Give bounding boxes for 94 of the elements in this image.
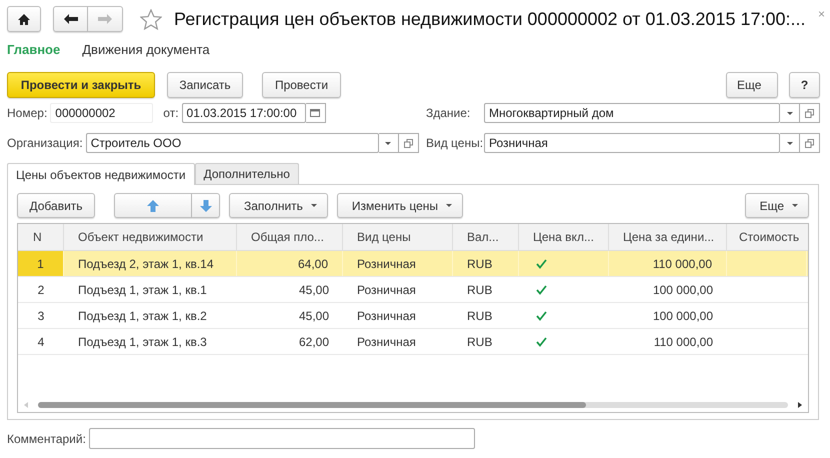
left-arrow-icon <box>64 14 78 24</box>
caret-icon <box>786 112 792 114</box>
table-cell: Подъезд 1, этаж 1, кв.3 <box>78 334 207 348</box>
scrollbar-track[interactable] <box>38 402 788 408</box>
open-icon <box>805 138 814 148</box>
caret-icon <box>786 142 792 144</box>
table-cell: Подъезд 2, этаж 1, кв.14 <box>78 256 214 270</box>
dropdown-button[interactable] <box>780 133 800 153</box>
command-button[interactable]: Записать <box>167 72 243 98</box>
open-button[interactable] <box>398 133 419 153</box>
table-cell: 110 000,00 <box>654 334 713 348</box>
move-down-button[interactable] <box>192 193 220 218</box>
field-label: от: <box>163 106 179 120</box>
field-label: Организация: <box>7 136 83 150</box>
caret-icon <box>792 204 798 207</box>
caret-icon <box>310 204 317 207</box>
more-button[interactable]: Еще <box>744 193 809 218</box>
down-arrow-icon <box>200 200 212 212</box>
section-link[interactable]: Движения документа <box>82 42 210 56</box>
table-cell: Розничная <box>357 282 416 296</box>
column-header[interactable]: Стоимость <box>727 224 807 250</box>
column-header[interactable]: Цена вкл... <box>519 224 609 250</box>
home-button[interactable] <box>7 6 41 32</box>
table-cell: 4 <box>38 334 44 348</box>
table-cell: 110 000,00 <box>652 256 712 270</box>
table-cell: 2 <box>38 282 44 296</box>
table-cell: RUB <box>467 334 492 348</box>
scrollbar-thumb[interactable] <box>38 402 586 408</box>
calendar-button[interactable] <box>306 103 326 123</box>
table-cell: RUB <box>467 282 492 296</box>
date-field[interactable]: 01.03.2015 17:00:00 <box>182 103 306 123</box>
column-header[interactable]: Вал... <box>453 224 519 250</box>
table-cell: 1 <box>37 256 44 270</box>
right-arrow-icon <box>98 14 112 24</box>
tab[interactable]: Цены объектов недвижимости <box>7 163 195 185</box>
tab[interactable]: Дополнительно <box>194 163 299 184</box>
table-cell: RUB <box>467 308 492 322</box>
table-cell: Розничная <box>357 334 416 348</box>
star-icon <box>140 8 162 30</box>
add-button[interactable]: Добавить <box>17 193 95 218</box>
field-label: Здание: <box>426 106 472 120</box>
price-type-field[interactable]: Розничная <box>484 133 780 153</box>
field-label: Вид цены: <box>426 136 481 150</box>
move-up-button[interactable] <box>114 193 192 218</box>
change-prices-button[interactable]: Изменить цены <box>336 193 464 218</box>
field-label: Номер: <box>7 106 48 120</box>
organization-field[interactable]: Строитель ООО <box>86 133 379 153</box>
number-field[interactable]: 000000002 <box>50 103 154 123</box>
table-cell: RUB <box>467 256 492 270</box>
table-cell: 45,00 <box>298 308 329 322</box>
table-cell: Подъезд 1, этаж 1, кв.2 <box>78 308 207 322</box>
table-cell: Розничная <box>357 308 416 322</box>
table-cell: 100 000,00 <box>652 282 713 296</box>
window-title: Регистрация цен объектов недвижимости 000000002 от 01.03.2015 17:00:... <box>174 8 807 30</box>
help-button[interactable]: ? <box>789 72 820 98</box>
open-button[interactable] <box>800 103 820 123</box>
dropdown-button[interactable] <box>378 133 399 153</box>
more-button[interactable]: Еще <box>726 72 778 98</box>
calendar-icon <box>310 109 320 117</box>
column-header[interactable]: Общая пло... <box>237 224 343 250</box>
column-header[interactable]: N <box>18 224 64 250</box>
table-cell: Розничная <box>357 256 416 270</box>
fill-button[interactable]: Заполнить <box>229 193 328 218</box>
scroll-right-icon <box>798 402 802 408</box>
caret-icon <box>385 142 392 144</box>
post-and-close-button[interactable]: Провести и закрыть <box>7 72 155 98</box>
column-header[interactable]: Вид цены <box>343 224 453 250</box>
column-header[interactable]: Объект недвижимости <box>64 224 237 250</box>
back-button[interactable] <box>53 6 88 32</box>
table-row[interactable]: 2 Подъезд 1, этаж 1, кв.1 45,00 Розничная RUB 100 000,00 <box>18 277 808 303</box>
table-cell: 3 <box>38 308 44 322</box>
home-icon <box>18 14 30 24</box>
building-field[interactable]: Многоквартирный дом <box>484 103 780 123</box>
column-header[interactable]: Цена за едини... <box>609 224 727 250</box>
open-icon <box>404 138 413 148</box>
comment-field[interactable] <box>88 428 475 449</box>
command-button[interactable]: Провести <box>262 72 341 98</box>
table-cell: 64,00 <box>298 256 328 270</box>
field-label: Комментарий: <box>7 432 86 446</box>
open-button[interactable] <box>800 133 820 153</box>
dropdown-button[interactable] <box>780 103 800 123</box>
up-arrow-icon <box>147 200 159 212</box>
move-buttons[interactable] <box>114 193 220 218</box>
table-row[interactable]: 4 Подъезд 1, этаж 1, кв.3 62,00 Розничная RUB 110 000,00 <box>18 329 808 355</box>
table-cell: 45,00 <box>298 282 329 296</box>
navigation-buttons[interactable] <box>53 6 123 32</box>
open-icon <box>805 108 814 118</box>
table-row[interactable]: 1 Подъезд 2, этаж 1, кв.14 64,00 Розничная RUB 110 000,00 <box>18 251 808 277</box>
scroll-left-icon <box>24 402 28 408</box>
table-cell: 100 000,00 <box>652 308 713 322</box>
table-row[interactable]: 3 Подъезд 1, этаж 1, кв.2 45,00 Розничная RUB 100 000,00 <box>18 303 808 329</box>
caret-icon <box>446 204 452 207</box>
table-cell: 62,00 <box>298 334 329 348</box>
table-cell: Подъезд 1, этаж 1, кв.1 <box>78 282 207 296</box>
